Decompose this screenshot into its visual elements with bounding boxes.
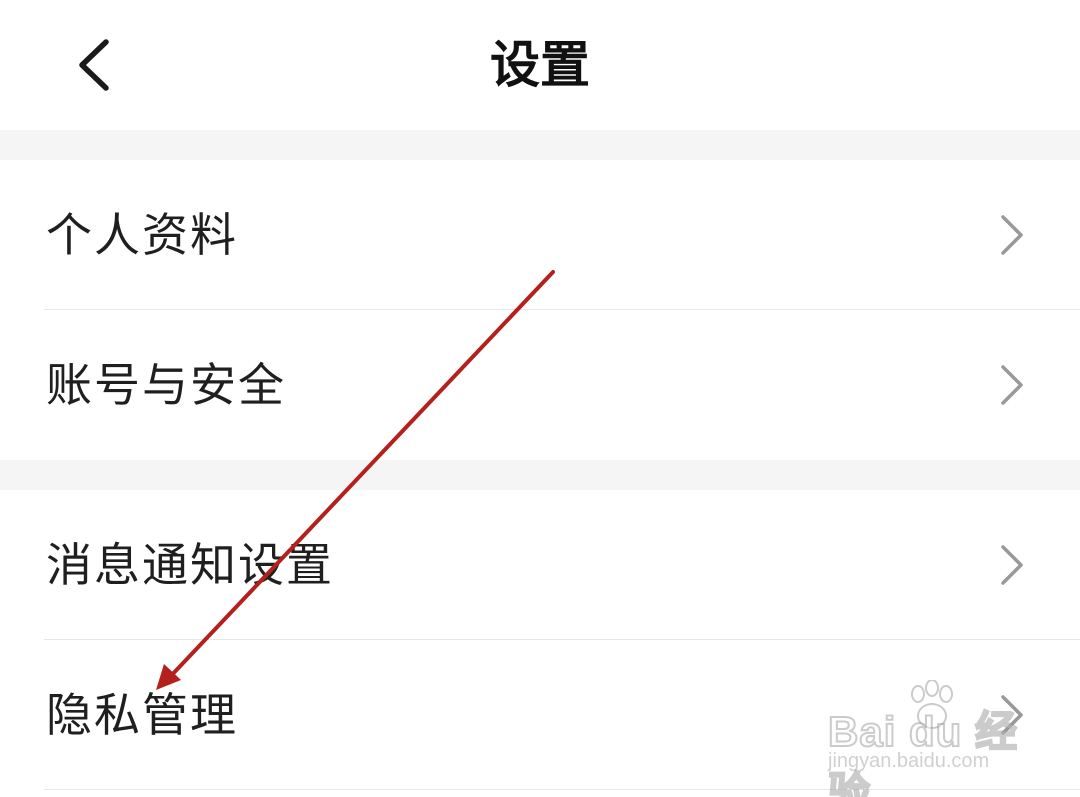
row-divider <box>44 789 1080 790</box>
settings-page: 设置 个人资料 账号与安全 消息通知设置 隐私管理 Bai du 经验 jing… <box>0 0 1080 797</box>
section-divider <box>0 460 1080 490</box>
settings-group-profile: 个人资料 账号与安全 <box>0 160 1080 460</box>
chevron-right-icon <box>1001 215 1023 255</box>
chevron-right-icon <box>1001 545 1023 585</box>
settings-item-label: 账号与安全 <box>46 358 286 412</box>
chevron-right-icon <box>1001 695 1023 735</box>
settings-item-label: 消息通知设置 <box>46 538 334 592</box>
settings-item-notifications[interactable]: 消息通知设置 <box>0 490 1080 640</box>
nav-header: 设置 <box>0 0 1080 130</box>
settings-item-account-security[interactable]: 账号与安全 <box>0 310 1080 460</box>
settings-item-label: 个人资料 <box>46 208 238 262</box>
page-title: 设置 <box>490 36 590 94</box>
settings-item-privacy[interactable]: 隐私管理 <box>0 640 1080 790</box>
settings-group-notifications: 消息通知设置 隐私管理 <box>0 490 1080 790</box>
chevron-right-icon <box>1001 365 1023 405</box>
settings-item-label: 隐私管理 <box>46 688 238 742</box>
section-divider <box>0 130 1080 160</box>
settings-item-profile[interactable]: 个人资料 <box>0 160 1080 310</box>
